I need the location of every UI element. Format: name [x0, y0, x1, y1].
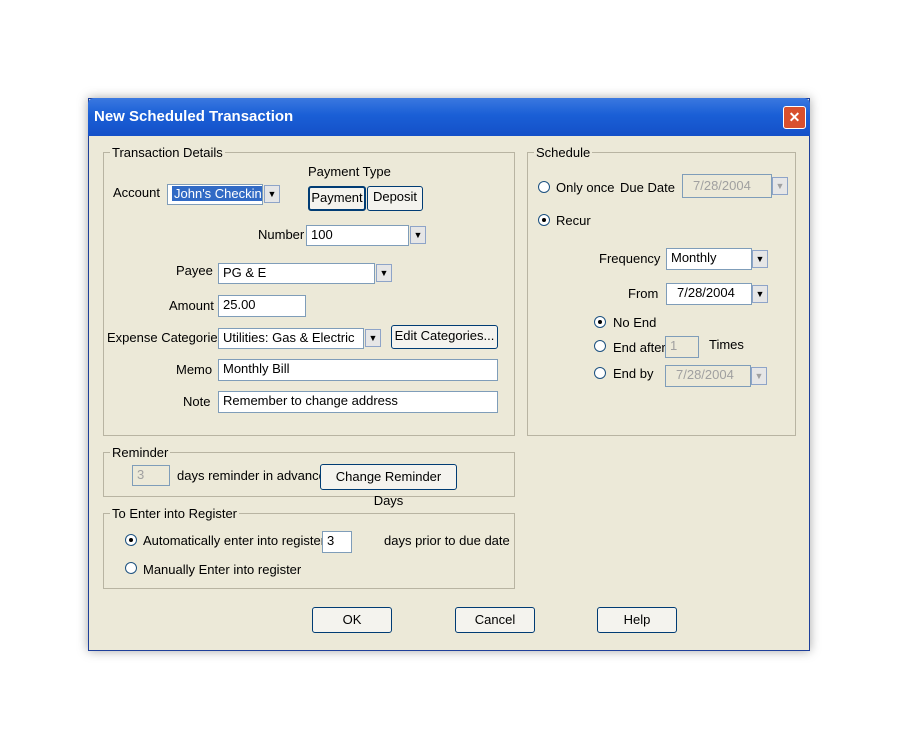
- end-by-radio[interactable]: [594, 367, 606, 379]
- edit-categories-button[interactable]: Edit Categories...: [391, 325, 498, 349]
- end-after-label: End after: [613, 340, 666, 355]
- close-button[interactable]: ✕: [783, 106, 806, 129]
- cancel-button[interactable]: Cancel: [455, 607, 535, 633]
- window-title: New Scheduled Transaction: [94, 108, 294, 125]
- register-legend: To Enter into Register: [110, 506, 240, 521]
- only-once-label: Only once: [556, 180, 615, 195]
- payee-label: Payee: [176, 263, 213, 278]
- frequency-select[interactable]: Monthly: [666, 248, 752, 270]
- auto-enter-label: Automatically enter into register: [143, 533, 326, 548]
- payee-select[interactable]: PG & E: [218, 263, 375, 284]
- reminder-days-text: days reminder in advance: [177, 468, 326, 483]
- end-by-label: End by: [613, 366, 654, 381]
- amount-label: Amount: [169, 298, 214, 313]
- frequency-label: Frequency: [599, 251, 661, 266]
- chevron-down-icon[interactable]: ▼: [751, 367, 767, 385]
- chevron-down-icon[interactable]: ▼: [752, 285, 768, 303]
- chevron-down-icon[interactable]: ▼: [376, 264, 392, 282]
- payment-type-label: Payment Type: [308, 164, 391, 179]
- recur-radio[interactable]: [538, 214, 550, 226]
- times-label: Times: [709, 337, 744, 352]
- close-icon: ✕: [788, 109, 801, 125]
- help-button[interactable]: Help: [597, 607, 677, 633]
- days-prior-text: days prior to due date: [384, 533, 510, 548]
- auto-days-field[interactable]: 3: [322, 531, 352, 553]
- reminder-days-field[interactable]: 3: [132, 465, 170, 486]
- due-date-field[interactable]: 7/28/2004: [682, 174, 772, 198]
- auto-enter-radio[interactable]: [125, 534, 137, 546]
- chevron-down-icon[interactable]: ▼: [264, 185, 280, 203]
- manual-enter-label: Manually Enter into register: [143, 562, 302, 577]
- number-label: Number: [258, 227, 305, 242]
- memo-field[interactable]: Monthly Bill: [218, 359, 498, 381]
- ok-button[interactable]: OK: [312, 607, 392, 633]
- deposit-button[interactable]: Deposit: [367, 186, 423, 211]
- recur-label: Recur: [556, 213, 591, 228]
- chevron-down-icon[interactable]: ▼: [752, 250, 768, 268]
- chevron-down-icon[interactable]: ▼: [410, 226, 426, 244]
- payment-button[interactable]: Payment: [308, 186, 366, 211]
- due-date-label: Due Date: [620, 180, 675, 195]
- memo-label: Memo: [176, 362, 213, 377]
- manual-enter-radio[interactable]: [125, 562, 137, 574]
- account-select[interactable]: John's Checking: [167, 184, 263, 205]
- schedule-legend: Schedule: [534, 145, 593, 160]
- transaction-details-legend: Transaction Details: [110, 145, 225, 160]
- note-label: Note: [183, 394, 211, 409]
- end-after-field[interactable]: 1: [665, 336, 699, 358]
- only-once-radio[interactable]: [538, 181, 550, 193]
- no-end-radio[interactable]: [594, 316, 606, 328]
- expense-categories-label: Expense Categories: [107, 330, 225, 345]
- chevron-down-icon[interactable]: ▼: [772, 177, 788, 195]
- expense-categories-select[interactable]: Utilities: Gas & Electric: [218, 328, 364, 349]
- chevron-down-icon[interactable]: ▼: [365, 329, 381, 347]
- number-select[interactable]: 100: [306, 225, 409, 246]
- end-after-radio[interactable]: [594, 340, 606, 352]
- no-end-label: No End: [613, 315, 657, 330]
- amount-field[interactable]: 25.00: [218, 295, 306, 317]
- from-label: From: [628, 286, 659, 301]
- from-date-field[interactable]: 7/28/2004: [666, 283, 752, 305]
- end-by-field[interactable]: 7/28/2004: [665, 365, 751, 387]
- account-label: Account: [113, 185, 160, 200]
- note-field[interactable]: Remember to change address: [218, 391, 498, 413]
- change-reminder-days-button[interactable]: Change Reminder Days: [320, 464, 457, 508]
- register-group: [103, 513, 515, 589]
- reminder-legend: Reminder: [110, 445, 171, 460]
